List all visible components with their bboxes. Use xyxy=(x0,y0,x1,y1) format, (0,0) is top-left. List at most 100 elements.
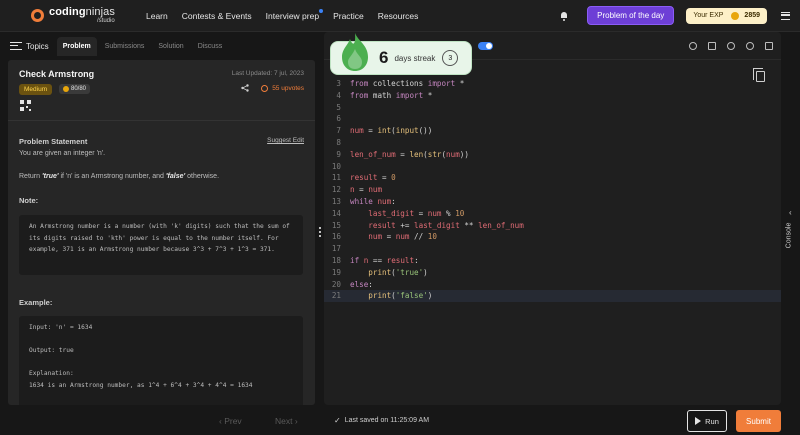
code-line[interactable]: 6 xyxy=(324,113,781,125)
code-lines[interactable]: 3 from collections import * 4 from math imp… xyxy=(324,78,781,303)
bell-icon[interactable] xyxy=(559,11,569,21)
code-line[interactable]: 21 print('false') xyxy=(324,290,781,303)
run-button[interactable]: Run xyxy=(687,410,727,432)
flame-icon xyxy=(342,33,368,71)
score-badge: 80/80 xyxy=(59,84,91,94)
code-text[interactable]: num = num // 10 xyxy=(350,231,437,243)
line-number: 5 xyxy=(336,102,341,112)
code-text[interactable]: n = num xyxy=(350,184,382,196)
code-line[interactable]: 5 xyxy=(324,102,781,114)
code-line[interactable]: 9 len_of_num = len(str(num)) xyxy=(324,149,781,161)
code-editor[interactable]: 3 from collections import * 4 from math imp… xyxy=(324,32,781,405)
settings-icon[interactable] xyxy=(746,41,754,50)
check-icon: ✓ xyxy=(334,416,341,425)
console-toggle[interactable]: ‹ Console xyxy=(784,200,800,260)
tab-submissions[interactable]: Submissions xyxy=(99,37,151,56)
code-line[interactable]: 19 print('true') xyxy=(324,267,781,279)
topics-icon xyxy=(10,42,22,50)
logo-icon xyxy=(31,9,44,22)
code-line[interactable]: 11 result = 0 xyxy=(324,172,781,184)
code-text[interactable]: else: xyxy=(350,279,373,291)
nav-learn[interactable]: Learn xyxy=(146,11,168,21)
problem-panel: Topics Problem Submissions Solution Disc… xyxy=(0,32,316,405)
code-text[interactable]: num = int(input()) xyxy=(350,125,432,137)
last-updated: Last Updated: 7 jul, 2023 xyxy=(231,70,304,77)
brand-logo[interactable]: codingninjas /studio xyxy=(31,7,141,24)
code-line[interactable]: 10 xyxy=(324,161,781,173)
nav-practice[interactable]: Practice xyxy=(333,11,364,21)
line-number: 6 xyxy=(336,114,341,124)
line-number: 9 xyxy=(336,149,341,159)
code-line[interactable]: 17 xyxy=(324,243,781,255)
problem-title: Check Armstrong xyxy=(19,69,95,79)
code-text[interactable]: result += last_digit ** len_of_num xyxy=(350,220,524,232)
code-text[interactable]: print('false') xyxy=(350,290,432,302)
code-line[interactable]: 8 xyxy=(324,137,781,149)
example-block: Input: 'n' = 1634 Output: true Explanati… xyxy=(19,316,303,405)
brand-name: codingninjas xyxy=(49,6,115,18)
code-line[interactable]: 3 from collections import * xyxy=(324,78,781,90)
tab-solution[interactable]: Solution xyxy=(152,37,189,56)
line-number: 4 xyxy=(336,90,341,100)
code-line[interactable]: 7 num = int(input()) xyxy=(324,125,781,137)
problem-of-the-day-button[interactable]: Problem of the day xyxy=(587,6,675,25)
bottom-bar: ‹ Prev Next › ✓ Last saved on 11:25:09 AM… xyxy=(0,405,800,435)
line-number: 8 xyxy=(336,137,341,147)
exp-badge[interactable]: Your EXP 2859 xyxy=(686,7,767,24)
line-number: 19 xyxy=(331,267,341,277)
line-number: 11 xyxy=(331,173,341,183)
code-text[interactable]: result = 0 xyxy=(350,172,396,184)
code-line[interactable]: 4 from math import * xyxy=(324,90,781,102)
code-line[interactable]: 14 last_digit = num % 10 xyxy=(324,208,781,220)
code-text[interactable]: while num: xyxy=(350,196,396,208)
fullscreen-icon[interactable] xyxy=(765,41,773,50)
suggest-edit-link[interactable]: Suggest Edit xyxy=(267,137,304,144)
play-icon xyxy=(695,417,702,425)
code-line[interactable]: 13 while num: xyxy=(324,196,781,208)
qr-icon[interactable] xyxy=(20,100,31,111)
line-number: 13 xyxy=(331,196,341,206)
notification-dot xyxy=(319,8,324,13)
submit-button[interactable]: Submit xyxy=(736,410,781,432)
code-text[interactable]: last_digit = num % 10 xyxy=(350,208,464,220)
save-icon[interactable] xyxy=(708,41,716,50)
note-block: An Armstrong number is a number (with 'k… xyxy=(19,215,303,275)
code-line[interactable]: 20 else: xyxy=(324,279,781,291)
nav-interview-prep[interactable]: Interview prep xyxy=(266,8,324,21)
last-saved-status: ✓ Last saved on 11:25:09 AM xyxy=(334,416,430,425)
line-number: 20 xyxy=(331,279,341,289)
share-icon[interactable] xyxy=(241,84,249,92)
nav-resources[interactable]: Resources xyxy=(378,11,419,21)
timer-icon[interactable] xyxy=(689,41,697,50)
statement-line-2: Return 'true' if 'n' is an Armstrong num… xyxy=(19,173,220,180)
panel-resize-handle[interactable] xyxy=(319,226,321,238)
code-line[interactable]: 16 num = num // 10 xyxy=(324,231,781,243)
prev-button[interactable]: ‹ Prev xyxy=(219,416,242,426)
upvote-button[interactable]: 55 upvotes xyxy=(261,85,304,92)
line-number: 3 xyxy=(336,79,341,88)
reset-icon[interactable] xyxy=(727,41,735,50)
line-number: 7 xyxy=(336,126,341,136)
line-number: 17 xyxy=(331,244,341,254)
menu-icon[interactable] xyxy=(781,11,790,20)
code-line[interactable]: 12 n = num xyxy=(324,184,781,196)
statement-line-1: You are given an integer 'n'. xyxy=(19,150,106,157)
code-text[interactable]: len_of_num = len(str(num)) xyxy=(350,149,469,161)
tab-discuss[interactable]: Discuss xyxy=(192,37,229,56)
upvote-icon xyxy=(261,85,269,92)
example-heading: Example: xyxy=(19,298,53,307)
nav-contests[interactable]: Contests & Events xyxy=(182,11,252,21)
streak-popup: 6 days streak 3 xyxy=(330,33,472,75)
code-text[interactable]: from math import * xyxy=(350,90,432,102)
topics-button[interactable]: Topics xyxy=(10,42,49,51)
code-text[interactable]: if n == result: xyxy=(350,255,419,267)
problem-tabs: Topics Problem Submissions Solution Disc… xyxy=(0,32,316,60)
line-number: 14 xyxy=(331,208,341,218)
next-button[interactable]: Next › xyxy=(275,416,298,426)
code-text[interactable]: print('true') xyxy=(350,267,427,279)
code-text[interactable]: from collections import * xyxy=(350,78,464,90)
theme-toggle[interactable] xyxy=(478,42,493,50)
code-line[interactable]: 18 if n == result: xyxy=(324,255,781,267)
tab-problem[interactable]: Problem xyxy=(56,36,97,56)
code-line[interactable]: 15 result += last_digit ** len_of_num xyxy=(324,220,781,232)
